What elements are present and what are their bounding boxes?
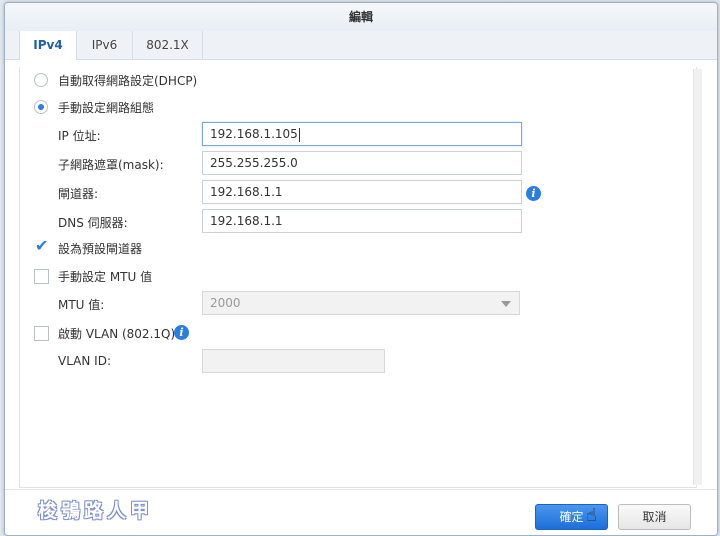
text-caret — [298, 127, 300, 142]
hand-pointer-icon: ☝ — [586, 505, 597, 526]
vlan-id-input[interactable] — [202, 349, 385, 373]
mtu-select-value: 2000 — [210, 296, 241, 310]
default-gateway-label[interactable]: 設為預設閘道器 — [58, 240, 142, 257]
tab-802-1x[interactable]: 802.1X — [133, 31, 203, 59]
manual-config-radio[interactable] — [34, 100, 48, 114]
gateway-input[interactable]: 192.168.1.1 — [202, 180, 522, 204]
mtu-select[interactable]: 2000 — [202, 291, 520, 315]
gateway-label: 閘道器: — [58, 187, 99, 201]
ip-address-input[interactable]: 192.168.1.105 — [202, 122, 522, 146]
checkmark-icon: ✔ — [35, 236, 49, 255]
subnet-mask-input[interactable]: 255.255.255.0 — [202, 151, 522, 175]
cancel-button[interactable]: 取消 — [618, 504, 691, 530]
vertical-scrollbar[interactable] — [693, 69, 702, 485]
dns-server-input[interactable]: 192.168.1.1 — [202, 209, 522, 233]
subnet-mask-label: 子網路遮罩(mask): — [58, 158, 164, 172]
dns-server-label: DNS 伺服器: — [58, 216, 128, 230]
dhcp-radio[interactable] — [34, 73, 48, 87]
ip-address-label: IP 位址: — [58, 129, 101, 143]
tab-ipv6[interactable]: IPv6 — [77, 31, 133, 59]
tab-bar: IPv4 IPv6 802.1X — [5, 31, 717, 60]
vlan-id-label: VLAN ID: — [58, 354, 111, 368]
dhcp-radio-label[interactable]: 自動取得網路設定(DHCP) — [58, 72, 197, 89]
tab-ipv4[interactable]: IPv4 — [19, 31, 77, 60]
vlan-checkbox[interactable] — [34, 326, 49, 341]
manual-config-radio-label[interactable]: 手動設定網路組態 — [58, 99, 154, 116]
default-gateway-checkbox[interactable]: ✔ — [34, 236, 49, 256]
manual-mtu-checkbox[interactable] — [34, 269, 49, 284]
info-icon[interactable]: i — [526, 186, 541, 201]
edit-dialog: 編輯 IPv4 IPv6 802.1X 自動取得網路設定(DHCP) 手動設定網… — [4, 2, 718, 536]
dialog-title: 編輯 — [5, 3, 717, 31]
ipv4-panel: 自動取得網路設定(DHCP) 手動設定網路組態 IP 位址: 192.168.1… — [19, 67, 697, 488]
manual-mtu-label[interactable]: 手動設定 MTU 值 — [58, 268, 152, 285]
chevron-down-icon — [501, 301, 511, 307]
info-icon[interactable]: i — [174, 325, 189, 340]
vlan-label[interactable]: 啟動 VLAN (802.1Q) — [58, 325, 175, 342]
watermark: 梭鴞路人甲 — [38, 500, 154, 522]
ok-button[interactable]: 確定 — [535, 504, 608, 530]
mtu-label: MTU 值: — [58, 298, 105, 312]
ip-address-value: 192.168.1.105 — [210, 127, 298, 141]
